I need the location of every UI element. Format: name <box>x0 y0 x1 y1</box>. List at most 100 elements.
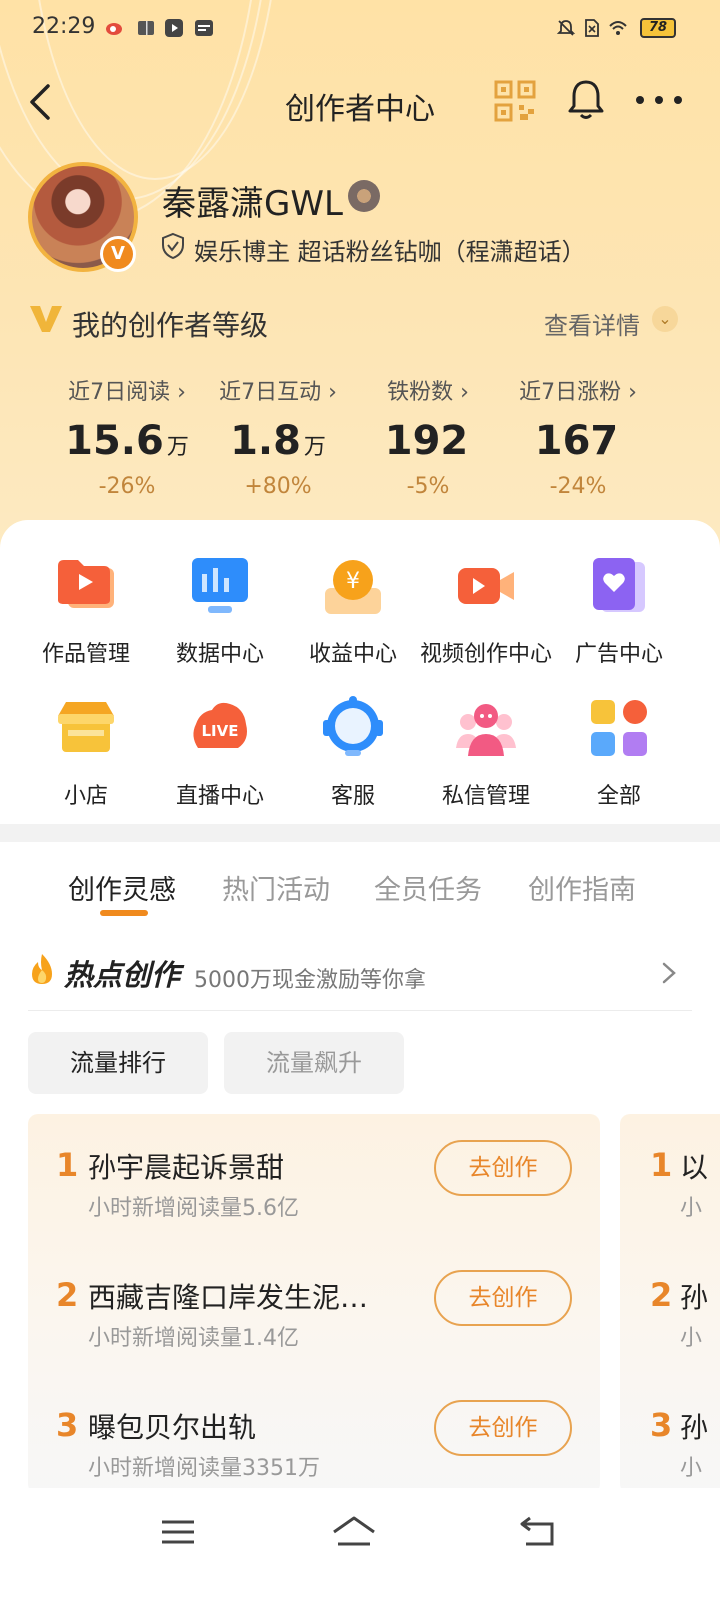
data-center-icon <box>192 558 248 613</box>
rank-number: 1 <box>650 1146 673 1184</box>
tool-label: 广告中心 <box>574 642 663 667</box>
live-center-icon: LIVE <box>193 702 247 748</box>
rank-number: 3 <box>56 1406 79 1444</box>
live-icon-text: LIVE <box>202 722 239 740</box>
list-item[interactable]: 1 孙宇晨起诉景甜 小时新增阅读量5.6亿 去创作 <box>28 1140 600 1246</box>
battery-indicator: 78 <box>640 18 676 38</box>
messages-manage-icon <box>456 704 516 756</box>
wifi-icon <box>609 21 627 35</box>
tool-income-center[interactable]: ¥ 收益中心 <box>281 554 425 668</box>
rank-number: 1 <box>56 1146 79 1184</box>
topic-reads: 小 <box>680 1326 703 1351</box>
rank-number: 2 <box>650 1276 673 1314</box>
hot-creation-title: 热点创作 <box>64 958 181 992</box>
filter-traffic-ranking[interactable]: 流量排行 <box>28 1032 208 1094</box>
topic-reads: 小 <box>680 1196 703 1221</box>
topic-title[interactable]: 西藏吉隆口岸发生泥… <box>88 1276 368 1316</box>
tool-label: 小店 <box>63 784 108 809</box>
tool-label: 视频创作中心 <box>419 642 552 667</box>
tab-all-tasks[interactable]: 全员任务 <box>374 868 482 907</box>
ad-center-icon <box>593 558 645 612</box>
filter-traffic-surge[interactable]: 流量飙升 <box>224 1032 404 1094</box>
tool-all[interactable]: 全部 <box>547 696 691 810</box>
tool-customer-service[interactable]: 客服 <box>281 696 425 810</box>
user-description: 娱乐博主 超话粉丝钻咖（程潇超话） <box>194 238 586 266</box>
stat-change: +80% <box>244 474 312 499</box>
topic-title: 孙 <box>680 1411 709 1444</box>
tool-label: 数据中心 <box>175 642 264 667</box>
tool-messages-manage[interactable]: 私信管理 <box>414 696 558 810</box>
chevron-down-icon[interactable]: ⌄ <box>652 306 678 332</box>
tools-card: 作品管理 数据中心 ¥ 收益中心 视频创作中心 广告中心 小店 LIVE 直播中… <box>0 520 720 824</box>
stat-value: 15.6 万 <box>65 418 189 464</box>
rank-number: 2 <box>56 1276 79 1314</box>
fire-icon <box>32 954 52 984</box>
username[interactable]: 秦露潇GWL <box>162 176 343 225</box>
system-nav-bar <box>0 1488 720 1600</box>
view-details-link[interactable]: 查看详情 <box>544 306 640 341</box>
ranking-card-peek[interactable]: 1 以 小 2 孙 小 3 孙 小 <box>620 1114 720 1494</box>
section-divider <box>0 824 720 842</box>
tool-data-center[interactable]: 数据中心 <box>148 554 292 668</box>
status-time: 22:29 <box>32 14 96 39</box>
tool-label: 私信管理 <box>441 784 530 809</box>
stat-label: 近7日互动 › <box>219 380 337 405</box>
tool-shop[interactable]: 小店 <box>14 696 158 810</box>
weibo-notification-icon <box>106 23 122 35</box>
ranking-card: 1 孙宇晨起诉景甜 小时新增阅读量5.6亿 去创作 2 西藏吉隆口岸发生泥… 小… <box>28 1114 600 1494</box>
topic-reads: 小时新增阅读量5.6亿 <box>88 1196 299 1221</box>
status-bar: 22:29 78 <box>0 0 720 56</box>
verified-badge-icon: V <box>100 236 136 272</box>
tool-ad-center[interactable]: 广告中心 <box>547 554 691 668</box>
stat-reads[interactable]: 近7日阅读 › 15.6 万 -26% <box>52 374 202 499</box>
page-title: 创作者中心 <box>285 92 435 127</box>
tool-works-manage[interactable]: 作品管理 <box>14 554 158 668</box>
stat-change: -5% <box>406 474 450 499</box>
all-apps-icon <box>591 700 647 756</box>
card-notification-icon <box>195 20 213 36</box>
no-sim-icon <box>585 19 599 37</box>
tool-video-creation[interactable]: 视频创作中心 <box>414 554 558 668</box>
menu-icon[interactable] <box>158 1514 198 1550</box>
bell-icon[interactable] <box>566 78 606 122</box>
go-create-button[interactable]: 去创作 <box>434 1270 572 1326</box>
tab-hot-events[interactable]: 热门活动 <box>222 868 330 907</box>
stat-new-fans[interactable]: 近7日涨粉 › 167 -24% <box>503 374 653 499</box>
go-create-button[interactable]: 去创作 <box>434 1140 572 1196</box>
tool-label: 作品管理 <box>41 642 130 667</box>
qr-code-icon[interactable] <box>494 80 536 122</box>
stat-interactions[interactable]: 近7日互动 › 1.8 万 +80% <box>203 374 353 499</box>
book-notification-icon <box>138 21 154 35</box>
stat-iron-fans[interactable]: 铁粉数 › 192 -5% <box>353 374 503 499</box>
rank-number: 3 <box>650 1406 673 1444</box>
tab-creation-guide[interactable]: 创作指南 <box>528 868 636 907</box>
shield-icon <box>162 232 184 260</box>
list-item[interactable]: 2 孙 小 <box>620 1276 710 1376</box>
stat-value: 192 <box>384 418 469 464</box>
stat-value: 1.8 万 <box>230 418 326 464</box>
list-item[interactable]: 3 孙 小 <box>620 1406 710 1494</box>
hot-creation-subtitle: 5000万现金激励等你拿 <box>194 968 426 993</box>
video-notification-icon <box>165 19 183 37</box>
nav-bar: 创作者中心 <box>0 62 720 138</box>
mute-icon <box>556 20 576 36</box>
chevron-right-icon[interactable] <box>660 960 678 986</box>
stat-value: 167 <box>534 418 619 464</box>
list-item[interactable]: 1 以 小 <box>620 1146 710 1246</box>
topic-reads: 小 <box>680 1456 703 1481</box>
list-item[interactable]: 2 西藏吉隆口岸发生泥… 小时新增阅读量1.4亿 去创作 <box>28 1270 600 1376</box>
home-icon[interactable] <box>330 1514 378 1550</box>
stat-label: 铁粉数 › <box>387 380 469 405</box>
back-icon[interactable] <box>518 1514 558 1550</box>
tool-label: 客服 <box>330 784 375 809</box>
tool-label: 全部 <box>596 784 641 809</box>
topic-title[interactable]: 孙宇晨起诉景甜 <box>88 1146 284 1186</box>
go-create-button[interactable]: 去创作 <box>434 1400 572 1456</box>
tool-live-center[interactable]: LIVE 直播中心 <box>148 696 292 810</box>
tab-inspiration[interactable]: 创作灵感 <box>68 868 176 907</box>
stat-label: 近7日涨粉 › <box>519 380 637 405</box>
topic-title[interactable]: 曝包贝尔出轨 <box>88 1406 256 1446</box>
topic-reads: 小时新增阅读量1.4亿 <box>88 1326 299 1351</box>
more-icon[interactable] <box>634 90 684 110</box>
customer-service-icon <box>323 696 383 756</box>
